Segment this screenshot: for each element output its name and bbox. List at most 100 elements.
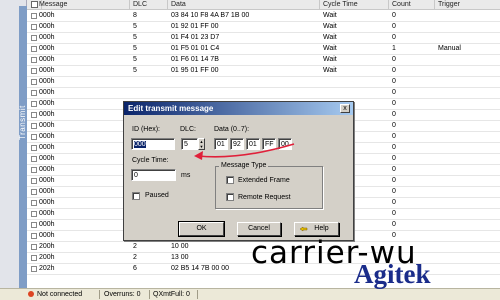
row-checkbox[interactable] bbox=[31, 13, 37, 19]
cell-cycle: Wait bbox=[323, 56, 337, 63]
qxmtfull-status: QXmtFull: 0 bbox=[153, 291, 190, 298]
cell-data: 03 84 10 F8 4A B7 1B 00 bbox=[171, 12, 250, 19]
table-row[interactable]: 000h 0 bbox=[27, 77, 500, 88]
row-checkbox[interactable] bbox=[31, 255, 37, 261]
table-row[interactable]: 000h 5 01 F5 01 01 C4 Wait 1 Manual bbox=[27, 44, 500, 55]
cycle-time-label: Cycle Time: bbox=[132, 157, 169, 164]
cell-message: 000h bbox=[39, 144, 55, 151]
cell-count: 0 bbox=[392, 100, 396, 107]
table-row[interactable]: 000h 8 03 84 10 F8 4A B7 1B 00 Wait 0 bbox=[27, 11, 500, 22]
table-row[interactable]: 000h 5 01 F4 01 23 D7 Wait 0 bbox=[27, 33, 500, 44]
table-row[interactable]: 000h 5 01 F6 01 14 7B Wait 0 bbox=[27, 55, 500, 66]
table-row[interactable]: 000h 5 01 92 01 FF 00 Wait 0 bbox=[27, 22, 500, 33]
paused-checkbox[interactable] bbox=[132, 192, 140, 200]
cell-dlc: 6 bbox=[133, 265, 137, 272]
row-checkbox[interactable] bbox=[31, 24, 37, 30]
cell-message: 000h bbox=[39, 23, 55, 30]
cell-message: 000h bbox=[39, 34, 55, 41]
cell-message: 000h bbox=[39, 199, 55, 206]
cell-dlc: 5 bbox=[133, 67, 137, 74]
annotation-arrow bbox=[194, 143, 295, 160]
edit-transmit-dialog: Edit transmit message x ID (Hex): 000 DL… bbox=[123, 101, 354, 241]
col-count[interactable]: Count bbox=[392, 1, 411, 8]
cell-data: 13 00 bbox=[171, 254, 189, 261]
row-checkbox[interactable] bbox=[31, 233, 37, 239]
cell-message: 000h bbox=[39, 45, 55, 52]
cell-cycle: Wait bbox=[323, 12, 337, 19]
row-checkbox[interactable] bbox=[31, 46, 37, 52]
cell-message: 000h bbox=[39, 221, 55, 228]
row-checkbox[interactable] bbox=[31, 211, 37, 217]
row-checkbox[interactable] bbox=[31, 68, 37, 74]
cell-trigger: Manual bbox=[438, 45, 461, 52]
paused-label: Paused bbox=[145, 192, 169, 199]
cycle-time-input[interactable]: 0 bbox=[131, 169, 176, 181]
cell-data: 10 00 bbox=[171, 243, 189, 250]
help-icon bbox=[299, 226, 308, 232]
cell-message: 000h bbox=[39, 100, 55, 107]
cell-dlc: 5 bbox=[133, 45, 137, 52]
table-row[interactable]: 000h 0 bbox=[27, 88, 500, 99]
row-checkbox[interactable] bbox=[31, 266, 37, 272]
cell-message: 000h bbox=[39, 67, 55, 74]
cell-count: 0 bbox=[392, 133, 396, 140]
row-checkbox[interactable] bbox=[31, 222, 37, 228]
ok-button[interactable]: OK bbox=[178, 221, 225, 237]
remote-request-checkbox[interactable] bbox=[226, 193, 234, 201]
cancel-button[interactable]: Cancel bbox=[237, 222, 281, 236]
col-cycle-time[interactable]: Cycle Time bbox=[323, 1, 358, 8]
cell-message: 200h bbox=[39, 254, 55, 261]
row-checkbox[interactable] bbox=[31, 57, 37, 63]
col-trigger[interactable]: Trigger bbox=[438, 1, 460, 8]
row-checkbox[interactable] bbox=[31, 189, 37, 195]
row-checkbox[interactable] bbox=[31, 156, 37, 162]
cell-count: 0 bbox=[392, 122, 396, 129]
remote-request-label: Remote Request bbox=[238, 194, 291, 201]
agitek-logo: Agitek bbox=[354, 259, 431, 289]
cell-count: 0 bbox=[392, 12, 396, 19]
row-checkbox[interactable] bbox=[31, 90, 37, 96]
row-checkbox[interactable] bbox=[31, 134, 37, 140]
transmit-tab-label: Transmit bbox=[18, 105, 27, 140]
message-type-group bbox=[215, 166, 323, 209]
row-checkbox[interactable] bbox=[31, 79, 37, 85]
row-checkbox[interactable] bbox=[31, 112, 37, 118]
row-checkbox[interactable] bbox=[31, 244, 37, 250]
cell-message: 000h bbox=[39, 166, 55, 173]
transmit-tab[interactable] bbox=[19, 6, 27, 288]
cell-count: 1 bbox=[392, 45, 396, 52]
cell-message: 000h bbox=[39, 232, 55, 239]
data-label: Data (0..7): bbox=[214, 126, 250, 133]
cell-count: 0 bbox=[392, 166, 396, 173]
row-checkbox[interactable] bbox=[31, 101, 37, 107]
extended-frame-checkbox[interactable] bbox=[226, 176, 234, 184]
close-icon[interactable]: x bbox=[340, 104, 350, 113]
cell-dlc: 5 bbox=[133, 56, 137, 63]
cell-count: 0 bbox=[392, 67, 396, 74]
extended-frame-label: Extended Frame bbox=[238, 177, 290, 184]
cell-message: 000h bbox=[39, 177, 55, 184]
row-checkbox[interactable] bbox=[31, 123, 37, 129]
cell-dlc: 2 bbox=[133, 254, 137, 261]
row-checkbox[interactable] bbox=[31, 35, 37, 41]
help-button[interactable]: Help bbox=[294, 222, 339, 236]
cell-cycle: Wait bbox=[323, 23, 337, 30]
col-data[interactable]: Data bbox=[171, 1, 186, 8]
col-message[interactable]: Message bbox=[39, 1, 67, 8]
id-input[interactable]: 000 bbox=[131, 138, 175, 150]
cycle-unit: ms bbox=[181, 172, 191, 179]
row-checkbox[interactable] bbox=[31, 145, 37, 151]
help-label: Help bbox=[314, 225, 329, 232]
select-all-checkbox[interactable] bbox=[31, 1, 38, 8]
row-checkbox[interactable] bbox=[31, 200, 37, 206]
cell-count: 0 bbox=[392, 56, 396, 63]
cell-cycle: Wait bbox=[323, 45, 337, 52]
table-row[interactable]: 000h 5 01 95 01 FF 00 Wait 0 bbox=[27, 66, 500, 77]
row-checkbox[interactable] bbox=[31, 167, 37, 173]
dialog-title-bar[interactable]: Edit transmit message x bbox=[124, 102, 353, 115]
cell-message: 200h bbox=[39, 243, 55, 250]
cell-message: 000h bbox=[39, 78, 55, 85]
cell-message: 000h bbox=[39, 56, 55, 63]
row-checkbox[interactable] bbox=[31, 178, 37, 184]
col-dlc[interactable]: DLC bbox=[133, 1, 147, 8]
